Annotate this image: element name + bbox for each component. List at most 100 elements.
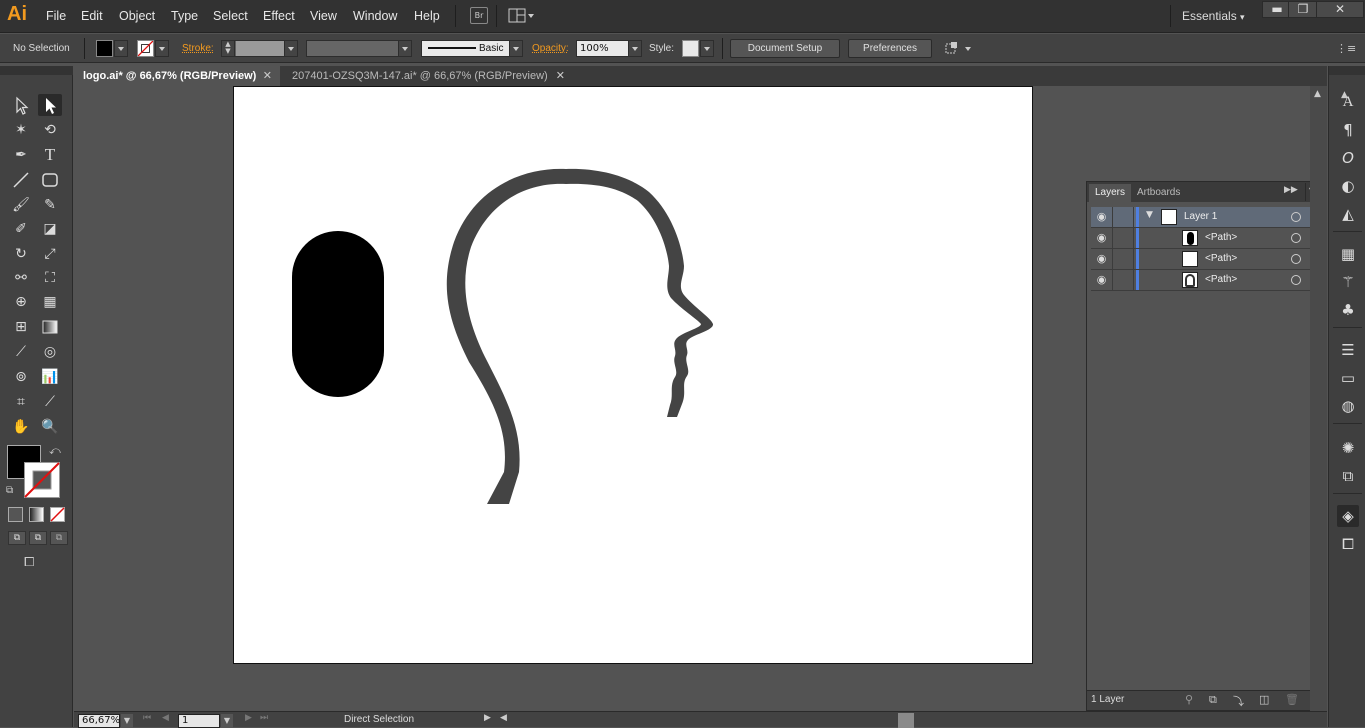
head-silhouette[interactable]	[439, 162, 729, 512]
scroll-left-icon[interactable]: ◀	[500, 713, 507, 723]
visibility-eye-icon[interactable]: ◉	[1091, 249, 1113, 269]
target-circle-icon[interactable]	[1291, 254, 1301, 264]
rotate-tool-icon[interactable]: ↻	[9, 243, 33, 265]
preferences-button[interactable]: Preferences	[848, 39, 932, 58]
blend-tool-icon[interactable]: ◎	[38, 341, 62, 363]
menu-view[interactable]: View	[310, 9, 337, 23]
blob-brush-tool-icon[interactable]: ✐	[9, 218, 33, 240]
close-button[interactable]: ✕	[1316, 1, 1364, 18]
opacity-label[interactable]: Opacity:	[532, 43, 569, 54]
gradient-tool-icon[interactable]	[38, 316, 62, 338]
stroke-dropdown[interactable]	[155, 40, 169, 57]
path-name[interactable]: <Path>	[1205, 228, 1237, 248]
free-transform-tool-icon[interactable]: ⛶	[38, 267, 62, 289]
color-icon[interactable]: ◭	[1337, 203, 1359, 225]
clipping-mask-icon[interactable]: ⧉	[1209, 693, 1217, 707]
layer-row[interactable]: ◉ ▼ Layer 1	[1091, 207, 1321, 228]
lock-toggle[interactable]	[1113, 270, 1134, 290]
restore-button[interactable]: ❐	[1288, 1, 1318, 18]
tab-207401[interactable]: 207401-OZSQ3M-147.ai* @ 66,67% (RGB/Prev…	[283, 66, 573, 86]
character-icon[interactable]: A	[1337, 91, 1359, 113]
close-icon[interactable]: ✕	[556, 66, 565, 86]
visibility-eye-icon[interactable]: ◉	[1091, 270, 1113, 290]
variable-width-dropdown[interactable]	[306, 40, 412, 57]
type-tool-icon[interactable]: T	[38, 144, 62, 166]
artboards-icon[interactable]: ⧠	[1337, 533, 1359, 555]
menu-window[interactable]: Window	[353, 9, 397, 23]
transparency-icon[interactable]: ◍	[1337, 395, 1359, 417]
dock-header[interactable]	[1329, 66, 1365, 75]
lock-toggle[interactable]	[1113, 228, 1134, 248]
rounded-rectangle-tool-icon[interactable]	[38, 169, 62, 191]
menu-type[interactable]: Type	[171, 9, 198, 23]
scroll-up-icon[interactable]: ▲	[1314, 89, 1321, 99]
none-mode-button[interactable]	[50, 507, 65, 522]
shape-builder-tool-icon[interactable]: ⊕	[9, 291, 33, 313]
pencil-tool-icon[interactable]: ✎	[38, 194, 62, 216]
opacity-field[interactable]: 100%	[576, 40, 642, 57]
magic-wand-tool-icon[interactable]: ✶	[9, 119, 33, 141]
menu-file[interactable]: File	[46, 9, 66, 23]
menu-help[interactable]: Help	[414, 9, 440, 23]
menu-edit[interactable]: Edit	[81, 9, 103, 23]
tab-layers[interactable]: Layers	[1089, 184, 1132, 202]
tools-panel-header[interactable]	[0, 66, 73, 75]
fill-dropdown[interactable]	[114, 40, 128, 57]
status-menu-icon[interactable]: ▶	[484, 713, 491, 723]
stroke-weight-value[interactable]	[236, 41, 284, 56]
artboard-number-field[interactable]: 1	[178, 714, 220, 728]
fill-swatch[interactable]	[96, 40, 113, 57]
direct-selection-tool-icon[interactable]	[38, 94, 62, 116]
brushes-icon[interactable]: ⚚	[1337, 271, 1359, 293]
new-sublayer-icon[interactable]: ⤵	[1233, 693, 1244, 709]
hand-tool-icon[interactable]: ✋	[9, 416, 33, 438]
close-icon[interactable]: ✕	[263, 66, 272, 86]
color-guide-icon[interactable]: ◐	[1337, 175, 1359, 197]
scale-tool-icon[interactable]: ⤢	[38, 243, 62, 265]
draw-behind-icon[interactable]: ⧉	[29, 531, 47, 545]
brush-definition-dropdown[interactable]: Basic	[421, 40, 523, 57]
zoom-tool-icon[interactable]: 🔍	[38, 416, 62, 438]
sublayer-row[interactable]: ◉ <Path>	[1091, 270, 1321, 291]
bridge-button[interactable]: Br	[470, 7, 488, 24]
locate-object-icon[interactable]: ⚲	[1185, 693, 1193, 706]
menu-object[interactable]: Object	[119, 9, 155, 23]
slice-tool-icon[interactable]: ⟋	[38, 391, 62, 413]
next-artboard-icon[interactable]: ▶	[245, 713, 252, 723]
panel-menu-icon[interactable]: ⋮≡	[1336, 42, 1356, 55]
menu-select[interactable]: Select	[213, 9, 248, 23]
style-dropdown[interactable]	[700, 40, 714, 57]
artboard[interactable]	[233, 86, 1033, 664]
tab-logo[interactable]: logo.ai* @ 66,67% (RGB/Preview) ✕	[74, 66, 280, 86]
visibility-eye-icon[interactable]: ◉	[1091, 207, 1113, 227]
pen-tool-icon[interactable]: ✒	[9, 144, 33, 166]
line-tool-icon[interactable]	[9, 169, 33, 191]
collapse-panel-icon[interactable]: ▶▶	[1284, 185, 1298, 195]
sublayer-row[interactable]: ◉ <Path>	[1091, 228, 1321, 249]
trash-icon[interactable]: 🗑	[1285, 693, 1299, 706]
stroke-label[interactable]: Stroke:	[182, 43, 214, 54]
swatches-icon[interactable]: ▦	[1337, 243, 1359, 265]
artboard-dropdown[interactable]: ▼	[221, 714, 233, 728]
appearance-icon[interactable]: ✺	[1337, 437, 1359, 459]
path-name[interactable]: <Path>	[1205, 270, 1237, 290]
prev-artboard-icon[interactable]: ◀	[162, 713, 169, 723]
lock-toggle[interactable]	[1113, 207, 1134, 227]
graphic-style-swatch[interactable]	[682, 40, 699, 57]
color-mode-button[interactable]	[8, 507, 23, 522]
stroke-icon[interactable]: ☰	[1337, 339, 1359, 361]
sublayer-row[interactable]: ◉ <Path>	[1091, 249, 1321, 270]
gradient-mode-button[interactable]	[29, 507, 44, 522]
pill-shape[interactable]	[292, 231, 384, 397]
expand-triangle-icon[interactable]: ▼	[1146, 210, 1153, 220]
workspace-switcher[interactable]: Essentials ▾	[1182, 9, 1245, 23]
align-options-icon[interactable]	[943, 41, 975, 57]
arrange-documents-icon[interactable]	[508, 8, 536, 24]
opentype-icon[interactable]: O	[1337, 147, 1359, 169]
target-circle-icon[interactable]	[1291, 233, 1301, 243]
horizontal-scroll-thumb[interactable]	[898, 713, 914, 728]
eyedropper-tool-icon[interactable]: ⟋	[9, 341, 33, 363]
path-name[interactable]: <Path>	[1205, 249, 1237, 269]
tab-artboards[interactable]: Artboards	[1131, 184, 1186, 202]
document-setup-button[interactable]: Document Setup	[730, 39, 840, 58]
